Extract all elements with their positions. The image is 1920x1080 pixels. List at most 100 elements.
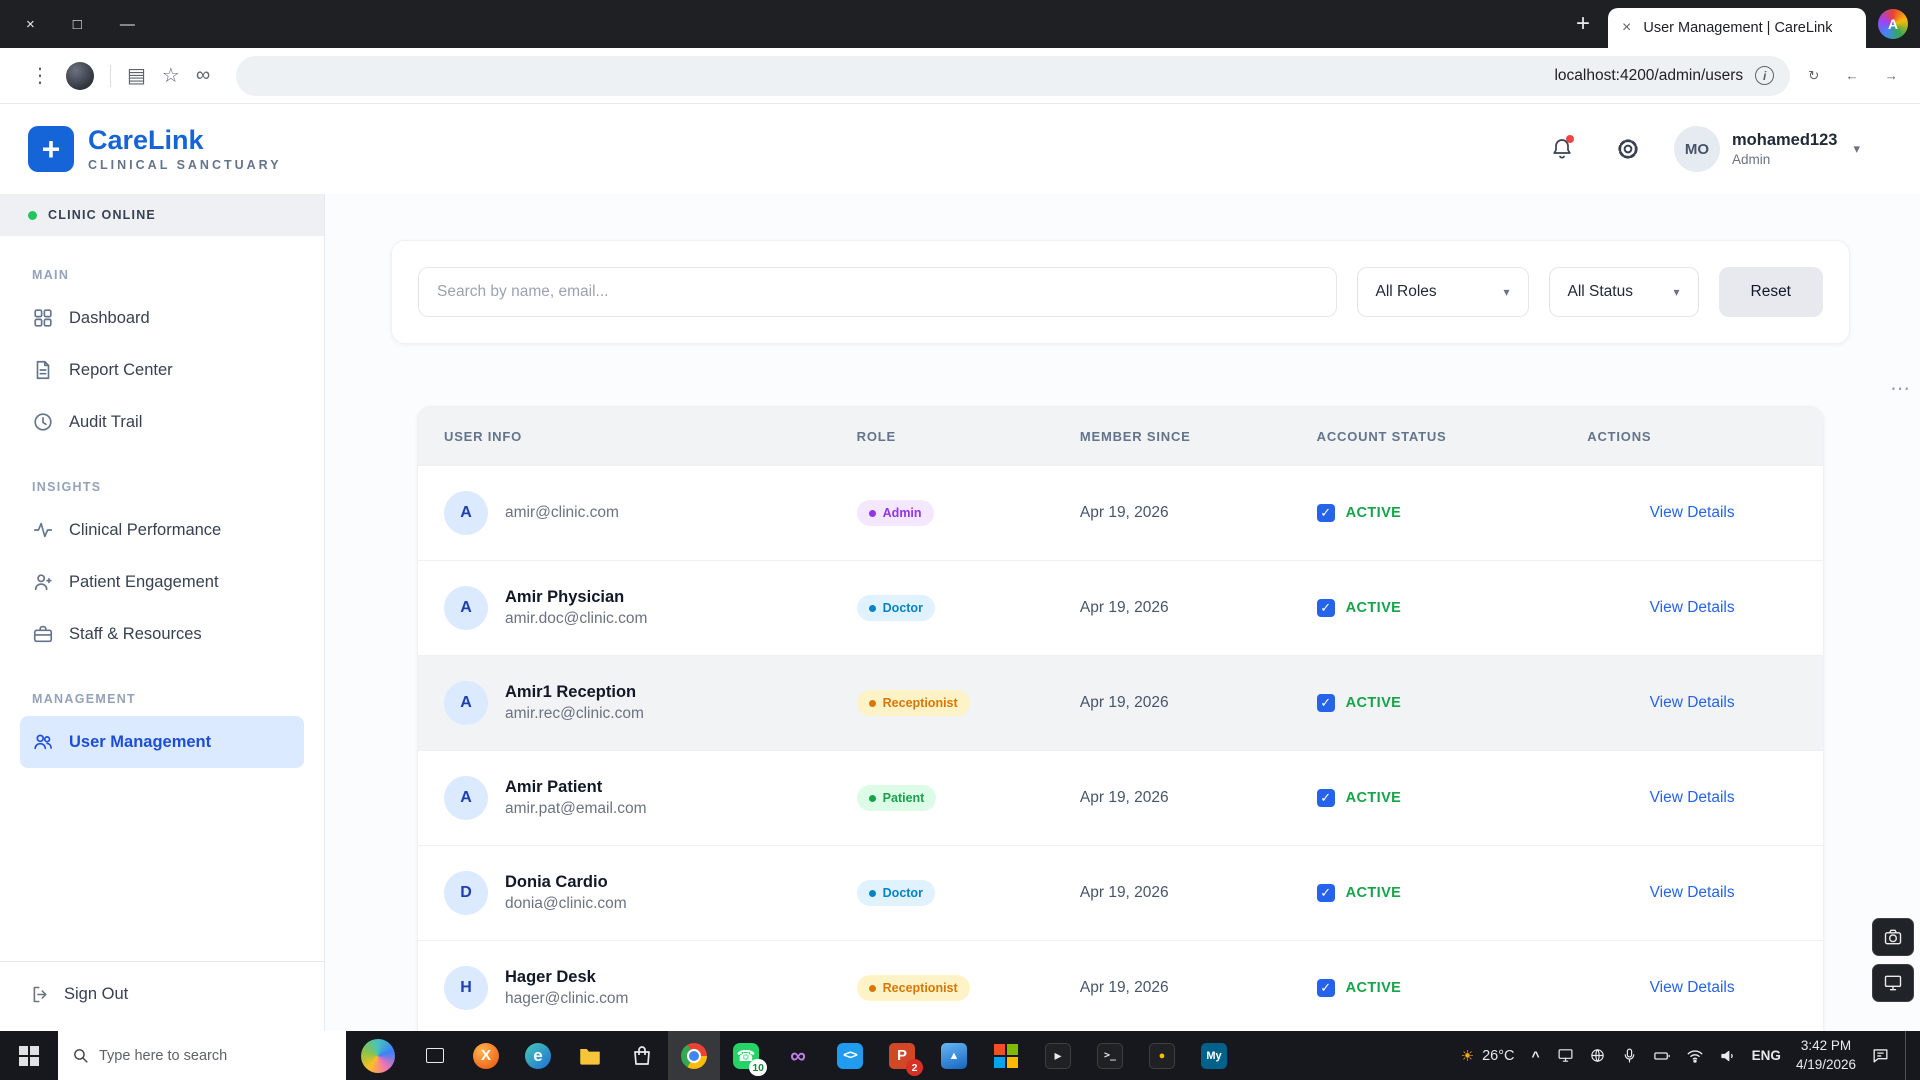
forward-icon[interactable]: → xyxy=(1885,68,1898,83)
sidebar-item-user-management[interactable]: User Management xyxy=(20,716,304,768)
table-row[interactable]: A Amir Patient amir.pat@email.com Patien… xyxy=(418,750,1823,845)
reset-button[interactable]: Reset xyxy=(1718,267,1823,317)
user-avatar: MO xyxy=(1674,126,1720,172)
windows-logo-icon xyxy=(19,1045,39,1066)
bookmark-star-icon[interactable]: ☆ xyxy=(154,63,188,88)
url-text[interactable]: localhost:4200/admin/users xyxy=(1554,67,1743,85)
sidebar-item-patient-engagement[interactable]: Patient Engagement xyxy=(20,556,304,608)
view-details-link[interactable]: View Details xyxy=(1650,884,1735,902)
tray-microphone-button[interactable] xyxy=(1621,1047,1638,1064)
view-details-link[interactable]: View Details xyxy=(1650,504,1735,522)
address-bar[interactable]: localhost:4200/admin/users i xyxy=(236,55,1791,96)
table-row[interactable]: A Amir1 Reception amir.rec@clinic.com Re… xyxy=(418,655,1823,750)
status-filter-select[interactable]: All Status ▾ xyxy=(1548,267,1699,317)
clock-icon xyxy=(34,413,52,431)
tray-wifi-button[interactable] xyxy=(1686,1047,1704,1065)
grid-icon xyxy=(34,309,52,327)
status-checkbox[interactable]: ✓ xyxy=(1316,979,1335,997)
avatar: H xyxy=(444,966,488,1010)
show-desktop-strip[interactable] xyxy=(1905,1031,1912,1080)
window-close-button[interactable]: × xyxy=(26,16,35,33)
taskbar-app-screen-recorder[interactable]: ● xyxy=(1136,1031,1188,1080)
badge-dot xyxy=(868,604,876,612)
view-details-link[interactable]: View Details xyxy=(1650,694,1735,712)
table-row[interactable]: A Amir Physician amir.doc@clinic.com Doc… xyxy=(418,560,1823,655)
side-panel-icon[interactable]: ▤ xyxy=(119,63,154,88)
start-button[interactable] xyxy=(0,1031,58,1080)
search-input[interactable] xyxy=(418,267,1337,317)
taskbar-app-mysql[interactable]: My xyxy=(1188,1031,1240,1080)
taskbar-app-xampp[interactable]: X xyxy=(460,1031,512,1080)
roles-filter-select[interactable]: All Roles ▾ xyxy=(1356,267,1529,317)
table-row[interactable]: D Donia Cardio donia@clinic.com Doctor A… xyxy=(418,845,1823,940)
view-details-link[interactable]: View Details xyxy=(1650,979,1735,997)
member-since: Apr 19, 2026 xyxy=(1079,979,1169,996)
notifications-button[interactable] xyxy=(1542,129,1582,169)
wifi-icon xyxy=(1687,1049,1703,1063)
taskbar-app-photos[interactable]: ▲ xyxy=(928,1031,980,1080)
globe-icon xyxy=(1590,1049,1604,1062)
taskbar-app-media-player[interactable]: ▸ xyxy=(1032,1031,1084,1080)
table-row[interactable]: A amir@clinic.com Admin Apr 19, 2026 ✓ AC… xyxy=(418,465,1823,560)
extension-icon[interactable]: ∞ xyxy=(188,64,218,87)
taskbar-search[interactable] xyxy=(58,1031,346,1080)
taskbar-app-store[interactable] xyxy=(616,1031,668,1080)
status-checkbox[interactable]: ✓ xyxy=(1316,789,1335,807)
tray-battery-button[interactable] xyxy=(1653,1047,1671,1065)
status-checkbox[interactable]: ✓ xyxy=(1316,504,1335,522)
weather-tray-widget[interactable]: ☀ 26°C xyxy=(1461,1047,1515,1065)
toolbar-profile-avatar[interactable] xyxy=(66,61,94,90)
taskbar-app-edge[interactable]: e xyxy=(512,1031,564,1080)
browser-tab[interactable]: × User Management | CareLink xyxy=(1608,8,1866,48)
back-icon[interactable]: ← xyxy=(1845,68,1858,83)
user-name: Amir Physician xyxy=(505,588,625,606)
sidebar-item-staff-resources[interactable]: Staff & Resources xyxy=(20,608,304,660)
tab-close-icon[interactable]: × xyxy=(1622,19,1631,37)
action-center-button[interactable] xyxy=(1871,1046,1890,1065)
window-minimize-button[interactable]: — xyxy=(120,16,135,33)
sidebar-item-clinical-performance[interactable]: Clinical Performance xyxy=(20,504,304,556)
status-checkbox[interactable]: ✓ xyxy=(1316,884,1335,902)
browser-profile-avatar[interactable]: A xyxy=(1878,9,1908,39)
tray-network-button[interactable] xyxy=(1589,1047,1606,1064)
sidebar-item-dashboard[interactable]: Dashboard xyxy=(20,292,304,344)
terminal-icon: >_ xyxy=(1097,1042,1123,1069)
hidden-icons-chevron[interactable]: ^ xyxy=(1529,1048,1541,1064)
sidebar-item-report-center[interactable]: Report Center xyxy=(20,344,304,396)
view-details-link[interactable]: View Details xyxy=(1650,599,1735,617)
taskbar-search-input[interactable] xyxy=(99,1047,332,1064)
taskbar-app-powerpoint[interactable]: P 2 xyxy=(876,1031,928,1080)
sidebar-item-audit-trail[interactable]: Audit Trail xyxy=(20,396,304,448)
tray-volume-button[interactable] xyxy=(1719,1047,1737,1065)
taskbar-app-chrome[interactable] xyxy=(668,1031,720,1080)
taskbar-app-office[interactable] xyxy=(980,1031,1032,1080)
reload-icon[interactable]: ↻ xyxy=(1808,68,1819,84)
site-info-icon[interactable]: i xyxy=(1755,66,1775,85)
sign-out-button[interactable]: Sign Out xyxy=(30,984,294,1005)
widgets-button[interactable] xyxy=(346,1031,410,1080)
window-restore-button[interactable]: □ xyxy=(73,16,82,33)
table-row[interactable]: H Hager Desk hager@clinic.com Receptioni… xyxy=(418,940,1823,1031)
taskbar-app-visual-studio[interactable]: ∞ xyxy=(772,1031,824,1080)
taskbar-app-whatsapp[interactable]: ☎ 10 xyxy=(720,1031,772,1080)
tray-display-button[interactable] xyxy=(1557,1047,1574,1064)
new-tab-button[interactable]: + xyxy=(1570,10,1596,38)
taskbar-app-terminal[interactable]: >_ xyxy=(1084,1031,1136,1080)
dock-handle-dots-icon[interactable]: ⋯ xyxy=(1890,376,1912,401)
language-indicator[interactable]: ENG xyxy=(1752,1048,1781,1063)
dock-camera-button[interactable] xyxy=(1872,918,1914,956)
dock-screen-record-button[interactable] xyxy=(1872,964,1914,1002)
settings-button[interactable] xyxy=(1608,129,1648,169)
browser-nav-buttons: ↻ ← → xyxy=(1808,68,1898,84)
taskbar-app-vscode[interactable]: <> xyxy=(824,1031,876,1080)
taskbar-clock[interactable]: 3:42 PM 4/19/2026 xyxy=(1796,1037,1856,1073)
view-details-link[interactable]: View Details xyxy=(1650,789,1735,807)
member-since: Apr 19, 2026 xyxy=(1079,884,1169,901)
task-view-button[interactable] xyxy=(410,1031,460,1080)
vscode-icon: <> xyxy=(837,1042,863,1069)
status-checkbox[interactable]: ✓ xyxy=(1316,599,1335,617)
status-checkbox[interactable]: ✓ xyxy=(1316,694,1335,712)
taskbar-app-file-explorer[interactable] xyxy=(564,1031,616,1080)
browser-menu-icon[interactable]: ⋮ xyxy=(22,63,58,88)
user-menu[interactable]: MO mohamed123 Admin ▾ xyxy=(1674,126,1860,172)
